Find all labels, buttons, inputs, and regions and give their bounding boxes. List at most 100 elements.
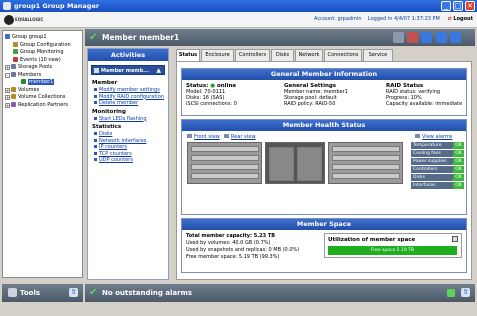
tree-item[interactable]: + Volume Collections <box>5 94 66 101</box>
expand-tools-button[interactable]: ⇧ <box>69 288 78 297</box>
health-status-badge: OK <box>453 174 464 181</box>
tab-disks[interactable]: Disks <box>271 49 294 61</box>
front-view-icon <box>187 134 192 138</box>
alarm-icon <box>415 134 420 138</box>
alarm-settings-icon[interactable] <box>447 289 455 297</box>
tree-item-label: member1 <box>28 79 55 85</box>
general-info-panel: General Member Information Status: ● onl… <box>181 68 467 116</box>
health-row: Temperature OK <box>411 142 464 149</box>
tree-expander-icon[interactable]: + <box>5 65 10 70</box>
tree-node-icon <box>21 79 26 84</box>
minimize-button[interactable]: _ <box>441 1 451 11</box>
activity-link[interactable]: Modify member settings <box>94 87 160 93</box>
collapse-arrow-icon[interactable]: ▲ <box>156 66 161 76</box>
tree-item-label: Events (10 new) <box>20 56 61 63</box>
rear-chassis-image <box>265 142 325 184</box>
health-status-badge: OK <box>453 182 464 189</box>
activity-link[interactable]: Disks <box>94 131 112 137</box>
tree-item[interactable]: Group Configuration <box>13 41 71 49</box>
used-by-snapshots: Used by snapshots and replicas: 0 MB (0.… <box>186 247 300 253</box>
member-header: ✔ Member member1 <box>85 29 475 46</box>
health-row-label: Disks <box>413 175 426 180</box>
free-member-space: Free member space: 5.19 TB (99.3%) <box>186 254 280 260</box>
tab-enclosure[interactable]: Enclosure <box>201 49 234 61</box>
tools-icon <box>8 288 17 297</box>
tree-item-label: Group group1 <box>12 34 47 40</box>
activity-link[interactable]: Network interfaces <box>94 138 146 144</box>
expand-alarms-button[interactable]: ⇧ <box>461 288 470 297</box>
tree-item-label: Group Configuration <box>20 41 71 48</box>
rear-view-icon <box>224 134 229 138</box>
activity-link[interactable]: IP counters <box>94 144 127 150</box>
tree-node-icon <box>11 101 16 107</box>
window-title: group1 Group Manager <box>14 2 100 10</box>
health-row: Controllers OK <box>411 166 464 173</box>
tree-expander-icon[interactable]: + <box>5 95 10 100</box>
utilization-title: Utilization of member space <box>328 237 416 243</box>
equallogic-logo: EQUALLOGIC <box>4 15 43 25</box>
no-alarms-icon: ✔ <box>89 287 98 298</box>
tree-expander-icon[interactable]: - <box>5 72 10 78</box>
close-button[interactable]: ✕ <box>465 1 475 11</box>
health-row-label: Controllers <box>413 167 438 172</box>
tree-item[interactable]: + Replication Partners <box>5 101 68 109</box>
tree-item[interactable]: Group group1 <box>5 34 47 41</box>
tree-node-icon <box>11 86 16 92</box>
health-title: Member Health Status <box>182 120 466 131</box>
disk-chassis-image <box>328 142 403 184</box>
tree-node-icon <box>13 56 18 62</box>
status-ok-icon: ✔ <box>89 32 98 43</box>
raid-policy-line: RAID policy: RAID-50 <box>284 101 336 107</box>
activity-link[interactable]: UDP counters <box>94 157 133 163</box>
activity-link[interactable]: TCP counters <box>94 151 132 157</box>
maximize-button[interactable]: □ <box>453 1 463 11</box>
forward-icon[interactable] <box>450 32 461 43</box>
health-row: Interfaces OK <box>411 182 464 189</box>
total-capacity: Total member capacity: 5.23 TB <box>186 233 276 239</box>
view-alarms-link[interactable]: View alarms <box>415 134 452 140</box>
logout-icon: ⇄ <box>447 16 452 22</box>
tree-node-icon <box>11 71 16 77</box>
tree-node-icon <box>13 49 18 54</box>
tab-controllers[interactable]: Controllers <box>235 49 270 61</box>
tree-item[interactable]: Events (10 new) <box>13 56 61 64</box>
front-view-link[interactable]: Front view <box>187 134 220 140</box>
tree-item[interactable]: member1 <box>21 79 55 86</box>
activity-link[interactable]: Modify RAID configuration <box>94 94 164 100</box>
tab-service[interactable]: Service <box>363 49 393 61</box>
space-title: Member Space <box>182 219 466 230</box>
tree-item[interactable]: - Members <box>5 71 42 79</box>
general-info-title: General Member Information <box>182 69 466 80</box>
utilization-options-icon[interactable] <box>452 236 458 242</box>
activity-section-heading: Monitoring <box>92 108 126 115</box>
member-activities-header[interactable]: Member memb... ▲ <box>91 65 165 75</box>
title-bar: group1 Group Manager _ □ ✕ <box>0 0 477 12</box>
tree-item[interactable]: + Storage Pools <box>5 64 52 71</box>
logout-button[interactable]: ⇄ Logout <box>447 16 473 22</box>
activity-link[interactable]: Start LEDs flashing <box>94 116 147 122</box>
tree-node-icon <box>11 94 16 99</box>
health-row-label: Power supplies <box>413 159 447 164</box>
tree-expander-icon[interactable]: + <box>5 87 10 93</box>
health-status-badge: OK <box>453 166 464 173</box>
tree-item[interactable]: Group Monitoring <box>13 49 64 56</box>
refresh-icon[interactable] <box>407 32 418 43</box>
help-icon[interactable] <box>421 32 432 43</box>
rear-view-link[interactable]: Rear view <box>224 134 256 140</box>
tab-connections[interactable]: Connections <box>324 49 362 61</box>
health-row-label: Temperature <box>413 143 442 148</box>
activity-link[interactable]: Delete member <box>94 100 138 106</box>
tree-expander-icon[interactable]: + <box>5 102 10 108</box>
tab-network[interactable]: Network <box>295 49 323 61</box>
tree-item-label: Storage Pools <box>18 64 53 70</box>
tree-node-icon <box>13 41 18 47</box>
tree-item[interactable]: + Volumes <box>5 86 39 94</box>
used-by-volumes: Used by volumes: 40.0 GB (0.7%) <box>186 240 271 246</box>
health-status-badge: OK <box>453 150 464 157</box>
back-icon[interactable] <box>436 32 447 43</box>
tools-bar[interactable]: Tools ⇧ <box>2 284 83 302</box>
tree-item-label: Members <box>18 71 42 78</box>
gear-icon[interactable] <box>393 32 404 43</box>
member-icon <box>94 68 99 73</box>
account-label: Account: grpadmin <box>313 16 362 22</box>
